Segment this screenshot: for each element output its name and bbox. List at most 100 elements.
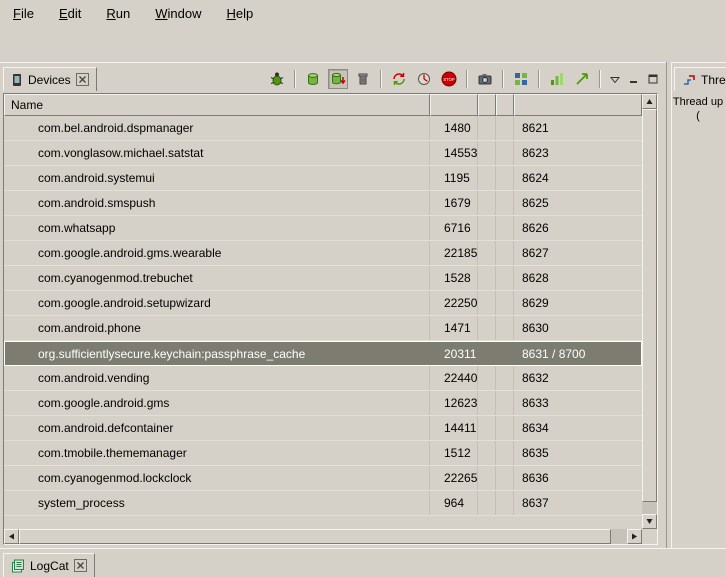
cell-empty: [478, 166, 496, 190]
cell-empty: [496, 241, 514, 265]
cell-pid: 6716: [430, 216, 478, 240]
tab-logcat-label: LogCat: [30, 559, 69, 573]
close-icon[interactable]: [74, 559, 87, 572]
cell-empty: [496, 141, 514, 165]
table-row[interactable]: com.android.vending 22440 8632: [4, 366, 642, 391]
hierarchy-view-icon[interactable]: [511, 69, 531, 89]
table-row[interactable]: com.cyanogenmod.lockclock 22265 8636: [4, 466, 642, 491]
scroll-left-icon[interactable]: [4, 529, 19, 544]
opengl-trace-icon[interactable]: [572, 69, 592, 89]
cell-port: 8625: [514, 191, 642, 215]
table-row[interactable]: com.android.systemui 1195 8624: [4, 166, 642, 191]
cell-port: 8637: [514, 491, 642, 515]
application-window: File Edit Run Window Help Devices: [0, 0, 726, 577]
method-profiling-icon[interactable]: [414, 69, 434, 89]
column-header[interactable]: [478, 94, 496, 116]
systrace-icon[interactable]: [547, 69, 567, 89]
cell-pid: 14411: [430, 416, 478, 440]
table-row[interactable]: com.whatsapp 6716 8626: [4, 216, 642, 241]
screen-capture-icon[interactable]: [475, 69, 495, 89]
cell-port: 8629: [514, 291, 642, 315]
cell-empty: [478, 466, 496, 490]
table-row[interactable]: org.sufficientlysecure.keychain:passphra…: [4, 341, 642, 366]
table-row[interactable]: com.bel.android.dspmanager 1480 8621: [4, 116, 642, 141]
vertical-scrollbar[interactable]: [642, 94, 657, 529]
menu-run[interactable]: Run: [103, 4, 133, 23]
update-threads-icon[interactable]: [389, 69, 409, 89]
menu-help[interactable]: Help: [223, 4, 256, 23]
cell-name: com.google.android.gms: [4, 391, 430, 415]
cell-empty: [496, 342, 514, 365]
table-row[interactable]: com.vonglasow.michael.satstat 14553 8623: [4, 141, 642, 166]
column-header[interactable]: [496, 94, 514, 116]
cell-name: com.android.defcontainer: [4, 416, 430, 440]
table-row[interactable]: com.tmobile.thememanager 1512 8635: [4, 441, 642, 466]
cell-name: com.android.phone: [4, 316, 430, 340]
cell-port: 8632: [514, 366, 642, 390]
table-row[interactable]: com.google.android.gms 12623 8633: [4, 391, 642, 416]
cell-pid: 20311: [430, 342, 478, 365]
threads-tab-icon: [682, 73, 696, 87]
menu-edit[interactable]: Edit: [56, 4, 84, 23]
update-heap-icon[interactable]: [303, 69, 323, 89]
table-row[interactable]: com.cyanogenmod.trebuchet 1528 8628: [4, 266, 642, 291]
cell-pid: 22440: [430, 366, 478, 390]
cell-empty: [478, 316, 496, 340]
scroll-down-icon[interactable]: [642, 514, 657, 529]
menu-window[interactable]: Window: [152, 4, 204, 23]
dump-hprof-icon[interactable]: [328, 69, 348, 89]
toolbar-separator: [538, 70, 540, 88]
cell-port: 8624: [514, 166, 642, 190]
toolbar-separator: [502, 70, 504, 88]
horizontal-scrollbar-thumb[interactable]: [19, 529, 611, 544]
stop-process-icon[interactable]: STOP: [439, 69, 459, 89]
cell-name: com.cyanogenmod.lockclock: [4, 466, 430, 490]
tab-devices[interactable]: Devices: [3, 67, 97, 91]
cell-empty: [478, 491, 496, 515]
vertical-scrollbar-thumb[interactable]: [642, 109, 657, 502]
tab-logcat[interactable]: LogCat: [3, 553, 95, 577]
tab-threads[interactable]: Threads: [674, 67, 726, 91]
threads-message-line: (: [671, 109, 725, 123]
column-header-port[interactable]: [514, 94, 642, 116]
cell-port: 8621: [514, 116, 642, 140]
cell-name: com.tmobile.thememanager: [4, 441, 430, 465]
cell-empty: [496, 316, 514, 340]
scroll-up-icon[interactable]: [642, 94, 657, 109]
cell-port: 8628: [514, 266, 642, 290]
cell-empty: [496, 491, 514, 515]
table-row[interactable]: com.google.android.setupwizard 22250 862…: [4, 291, 642, 316]
cell-pid: 14553: [430, 141, 478, 165]
logcat-tab-icon: [11, 559, 25, 573]
devices-table: Name com.bel.android.dspmanager 1480 862…: [3, 93, 658, 545]
menu-file[interactable]: File: [10, 4, 37, 23]
column-header-name[interactable]: Name: [4, 94, 430, 116]
table-row[interactable]: com.android.defcontainer 14411 8634: [4, 416, 642, 441]
threads-tabbar: Threads: [671, 63, 726, 93]
horizontal-scrollbar[interactable]: [4, 529, 642, 544]
threads-message-line: Thread up: [671, 95, 725, 109]
maximize-icon[interactable]: [646, 72, 660, 86]
scroll-right-icon[interactable]: [627, 529, 642, 544]
table-row[interactable]: com.google.android.gms.wearable 22185 86…: [4, 241, 642, 266]
cell-name: com.cyanogenmod.trebuchet: [4, 266, 430, 290]
cell-port: 8633: [514, 391, 642, 415]
column-header-pid[interactable]: [430, 94, 478, 116]
table-row[interactable]: system_process 964 8637: [4, 491, 642, 516]
cell-port: 8626: [514, 216, 642, 240]
cell-pid: 1471: [430, 316, 478, 340]
cell-name: com.bel.android.dspmanager: [4, 116, 430, 140]
cell-pid: 1480: [430, 116, 478, 140]
minimize-icon[interactable]: [627, 72, 641, 86]
close-icon[interactable]: [76, 73, 89, 86]
table-row[interactable]: com.android.smspush 1679 8625: [4, 191, 642, 216]
cell-pid: 12623: [430, 391, 478, 415]
cause-gc-icon[interactable]: [353, 69, 373, 89]
table-row[interactable]: com.android.phone 1471 8630: [4, 316, 642, 341]
view-menu-icon[interactable]: [608, 72, 622, 86]
cell-empty: [478, 441, 496, 465]
cell-empty: [496, 416, 514, 440]
cell-empty: [496, 391, 514, 415]
view-toolbar: STOP: [267, 66, 660, 92]
debug-icon[interactable]: [267, 69, 287, 89]
